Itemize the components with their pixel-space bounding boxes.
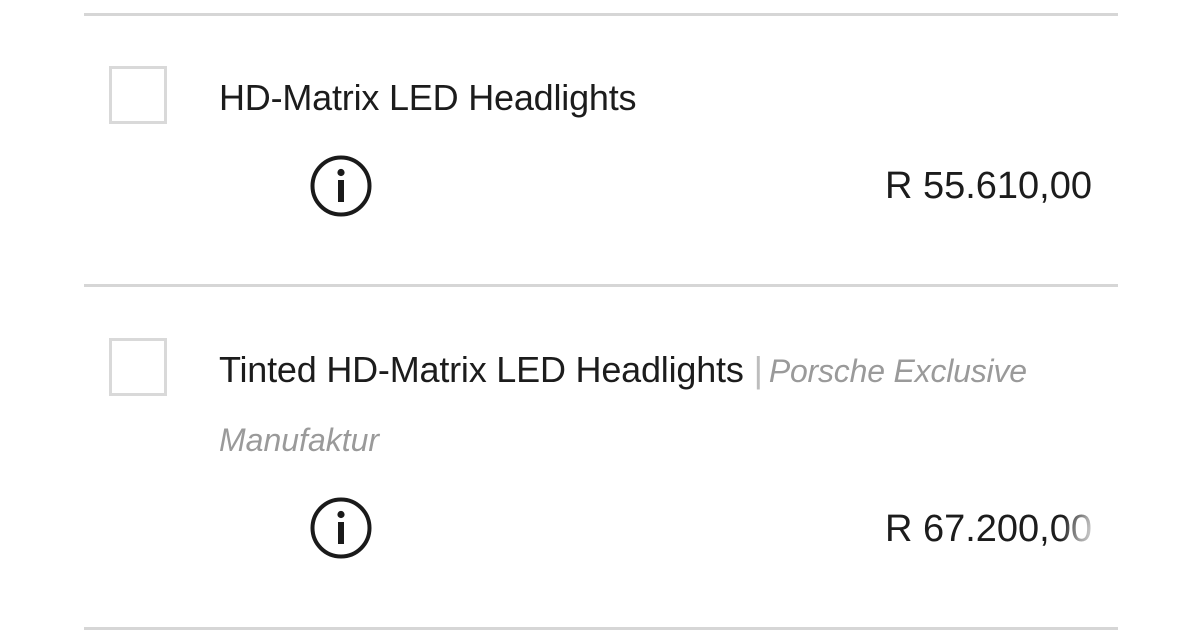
option-title: HD-Matrix LED Headlights (219, 77, 637, 118)
divider (84, 13, 1118, 16)
option-list: HD-Matrix LED Headlights R 55.610,00 Tin… (0, 0, 1200, 634)
divider (84, 627, 1118, 630)
option-checkbox[interactable] (109, 66, 167, 124)
option-checkbox[interactable] (109, 338, 167, 396)
option-price: R 67.200,00 (884, 508, 1092, 550)
option-title-line: Tinted HD-Matrix LED Headlights | Porsche … (219, 345, 1027, 396)
option-title: Tinted HD-Matrix LED Headlights (219, 349, 744, 390)
info-circle-icon[interactable] (309, 154, 373, 218)
option-price: R 55.610,00 (884, 165, 1092, 207)
info-circle-icon[interactable] (309, 496, 373, 560)
option-brand-continued: Manufaktur (219, 422, 380, 458)
option-brand: Porsche Exclusive (768, 353, 1027, 389)
divider (84, 284, 1118, 287)
title-separator: | (753, 349, 763, 390)
